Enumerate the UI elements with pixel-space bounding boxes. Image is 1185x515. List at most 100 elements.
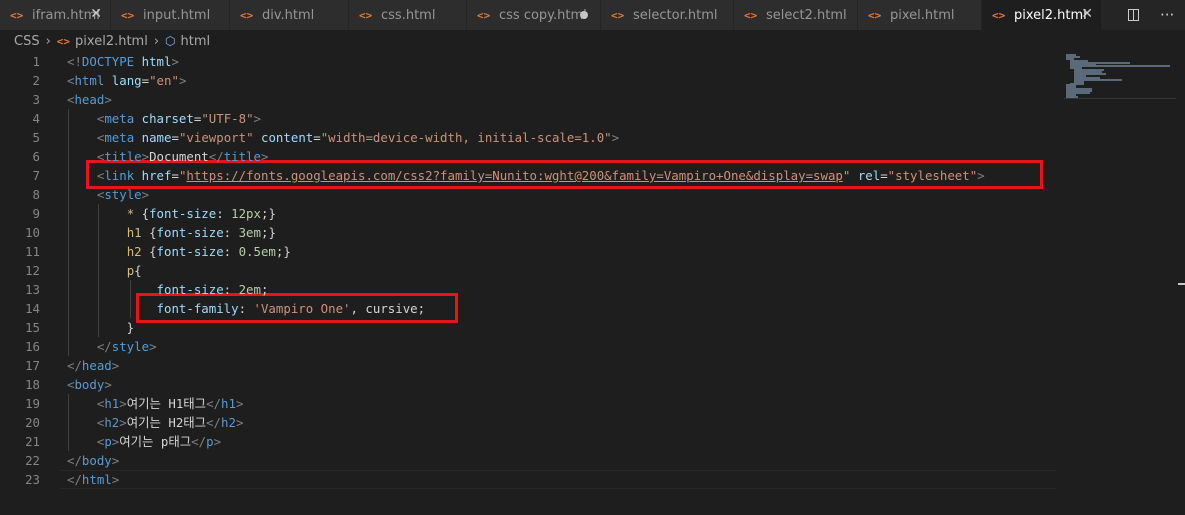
tab-div-html[interactable]: <> div.html xyxy=(230,0,349,30)
close-icon[interactable]: ✕ xyxy=(1081,6,1093,22)
html-icon: <> xyxy=(992,8,1006,22)
code-line: 16 </style> xyxy=(0,337,1060,356)
tab-css-copy-html[interactable]: <> css copy.html xyxy=(467,0,601,30)
scrollbar-marker[interactable] xyxy=(1178,283,1185,285)
code-line: 17 </head> xyxy=(0,356,1060,375)
code-line: 20 <h2>여기는 H2태그</h2> xyxy=(0,413,1060,432)
breadcrumb-folder[interactable]: CSS xyxy=(14,34,40,49)
code-line: 3 <head> xyxy=(0,90,1060,109)
breadcrumb-file[interactable]: pixel2.html xyxy=(75,34,148,49)
line-number: 12 xyxy=(25,263,40,278)
code-text: </html> xyxy=(67,472,120,487)
code-text: </head> xyxy=(67,358,120,373)
line-number: 15 xyxy=(25,320,40,335)
close-icon[interactable]: ✕ xyxy=(90,6,102,22)
breadcrumb: CSS › <> pixel2.html › ⬡ html xyxy=(0,30,1185,52)
breadcrumb-symbol[interactable]: html xyxy=(181,34,211,49)
tab-label: css copy.html xyxy=(499,7,587,23)
line-number: 8 xyxy=(32,187,40,202)
tab-pixel2-html[interactable]: <> pixel2.html ✕ xyxy=(982,0,1102,30)
code-text: <html lang="en"> xyxy=(67,73,187,88)
line-number: 23 xyxy=(25,472,40,487)
tab-label: pixel2.html xyxy=(1014,7,1087,23)
unsaved-dot-icon[interactable] xyxy=(580,11,588,19)
code-text: font-family: 'Vampiro One', cursive; xyxy=(156,301,426,316)
code-line: 13 font-size: 2em; xyxy=(0,280,1060,299)
code-line: 2 <html lang="en"> xyxy=(0,71,1060,90)
chevron-right-icon: › xyxy=(153,33,160,49)
code-text: h2 {font-size: 0.5em;} xyxy=(126,244,291,259)
line-number: 2 xyxy=(32,73,40,88)
tab-input-html[interactable]: <> input.html xyxy=(111,0,230,30)
tab-label: pixel.html xyxy=(890,7,955,23)
code-text: <link href="https://fonts.googleapis.com… xyxy=(96,168,985,183)
minimap[interactable] xyxy=(1064,52,1176,99)
code-text: <h1>여기는 H1태그</h1> xyxy=(96,396,244,411)
code-line: 12 p{ xyxy=(0,261,1060,280)
symbol-element-icon: ⬡ xyxy=(165,34,176,48)
more-actions-icon[interactable]: ··· xyxy=(1160,6,1174,24)
line-number: 11 xyxy=(25,244,40,259)
code-line: 22 </body> xyxy=(0,451,1060,470)
code-text: <meta charset="UTF-8"> xyxy=(96,111,261,126)
line-number: 1 xyxy=(32,54,40,69)
html-icon: <> xyxy=(359,8,373,22)
html-icon: <> xyxy=(477,8,491,22)
tab-ifram-html[interactable]: <> ifram.html ✕ xyxy=(0,0,111,30)
tab-label: div.html xyxy=(262,7,315,23)
html-icon: <> xyxy=(121,8,135,22)
tab-selector-html[interactable]: <> selector.html xyxy=(601,0,734,30)
html-file-icon: <> xyxy=(56,34,71,48)
code-line: 4 <meta charset="UTF-8"> xyxy=(0,109,1060,128)
code-line: 18 <body> xyxy=(0,375,1060,394)
line-number: 17 xyxy=(25,358,40,373)
code-line: 7 <link href="https://fonts.googleapis.c… xyxy=(0,166,1060,185)
line-number: 18 xyxy=(25,377,40,392)
code-text: <title>Document</title> xyxy=(96,149,269,164)
line-number: 4 xyxy=(32,111,40,126)
html-icon: <> xyxy=(868,8,882,22)
code-line: 14 font-family: 'Vampiro One', cursive; xyxy=(0,299,1060,318)
html-icon: <> xyxy=(744,8,758,22)
code-line: 23 </html> xyxy=(0,470,1060,489)
line-number: 16 xyxy=(25,339,40,354)
code-text: </style> xyxy=(96,339,157,354)
code-text: <p>여기는 p태그</p> xyxy=(96,434,222,449)
line-number: 19 xyxy=(25,396,40,411)
line-number: 20 xyxy=(25,415,40,430)
tab-pixel-html[interactable]: <> pixel.html xyxy=(858,0,982,30)
code-line: 10 h1 {font-size: 3em;} xyxy=(0,223,1060,242)
html-icon: <> xyxy=(611,8,625,22)
html-icon: <> xyxy=(240,8,254,22)
minimap-line xyxy=(1070,65,1170,68)
code-text: <meta name="viewport" content="width=dev… xyxy=(96,130,620,145)
code-line: 5 <meta name="viewport" content="width=d… xyxy=(0,128,1060,147)
line-number: 9 xyxy=(32,206,40,221)
chevron-right-icon: › xyxy=(45,33,51,49)
tab-label: selector.html xyxy=(633,7,718,23)
code-text: </body> xyxy=(67,453,120,468)
line-number: 5 xyxy=(32,130,40,145)
tab-label: select2.html xyxy=(766,7,847,23)
line-number: 22 xyxy=(25,453,40,468)
code-line: 8 <style> xyxy=(0,185,1060,204)
line-number: 3 xyxy=(32,92,40,107)
code-text: } xyxy=(67,320,135,335)
code-line: 21 <p>여기는 p태그</p> xyxy=(0,432,1060,451)
code-line: 15 } xyxy=(0,318,1060,337)
code-line: 11 h2 {font-size: 0.5em;} xyxy=(0,242,1060,261)
minimap-line xyxy=(1066,95,1078,98)
tab-select2-html[interactable]: <> select2.html xyxy=(734,0,858,30)
code-text: <style> xyxy=(96,187,150,202)
code-editor[interactable]: 1 <!DOCTYPE html> 2 <html lang="en"> 3 <head>… xyxy=(0,52,1060,515)
html-icon: <> xyxy=(10,8,24,22)
line-number: 14 xyxy=(25,301,40,316)
code-text: p{ xyxy=(126,263,142,278)
tab-css-html[interactable]: <> css.html xyxy=(349,0,467,30)
code-text: <h2>여기는 H2태그</h2> xyxy=(96,415,244,430)
code-text: <body> xyxy=(67,377,112,392)
line-number: 21 xyxy=(25,434,40,449)
tab-label: css.html xyxy=(381,7,436,23)
split-editor-icon[interactable] xyxy=(1127,9,1139,21)
line-number: 6 xyxy=(32,149,40,164)
